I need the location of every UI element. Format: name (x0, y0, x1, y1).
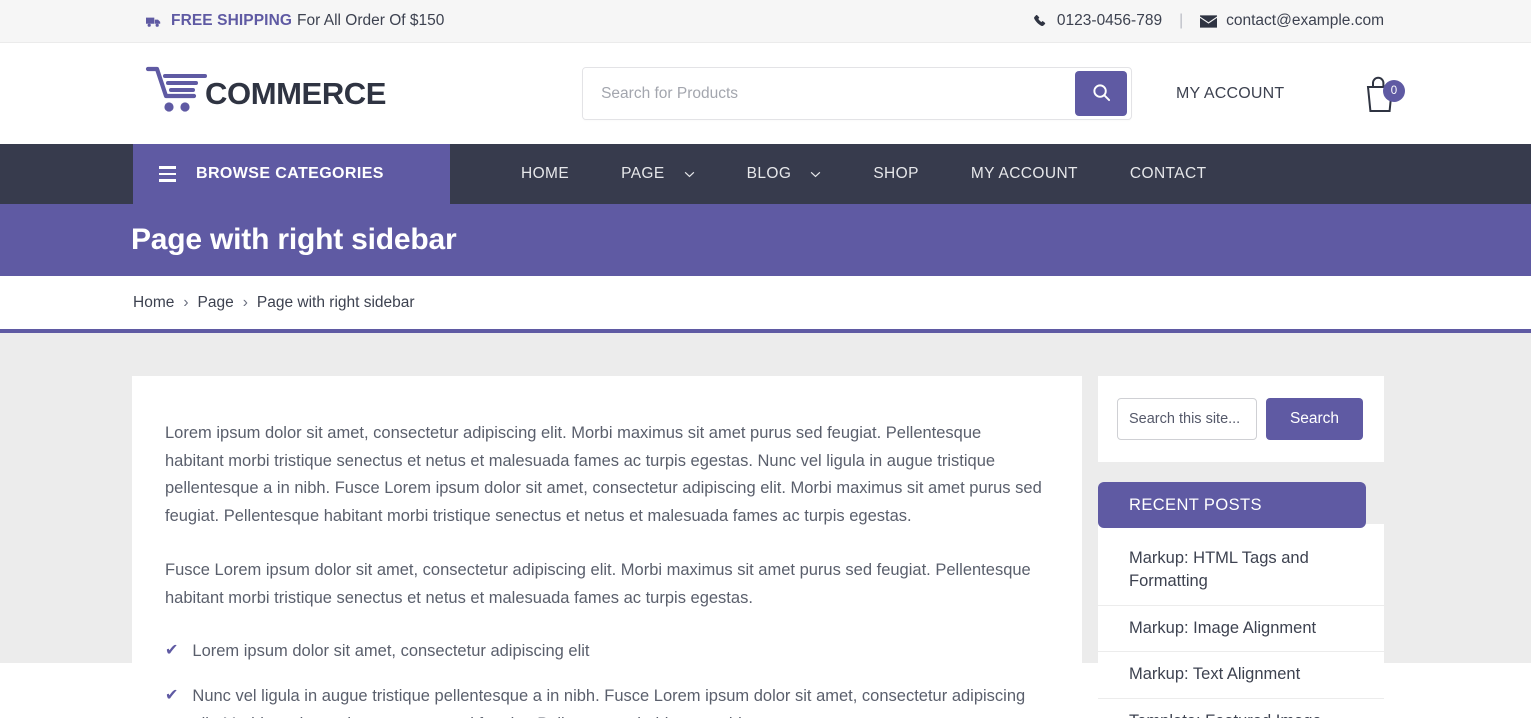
breadcrumb-home[interactable]: Home (133, 294, 174, 312)
site-search-button[interactable]: Search (1266, 398, 1363, 440)
truck-icon (145, 15, 162, 28)
phone-icon (1033, 14, 1048, 29)
browse-categories-label: BROWSE CATEGORIES (196, 165, 384, 182)
content-paragraph-1: Lorem ipsum dolor sit amet, consectetur … (165, 424, 1042, 526)
shipping-subtext: For All Order Of $150 (297, 12, 445, 29)
site-search-input[interactable] (1117, 398, 1257, 440)
envelope-icon (1200, 14, 1218, 28)
nav-label: SHOP (873, 165, 919, 182)
check-list: ✔ Lorem ipsum dolor sit amet, consectetu… (165, 638, 1044, 718)
breadcrumb-separator: › (183, 293, 189, 311)
nav-label: MY ACCOUNT (970, 165, 1078, 182)
check-icon: ✔ (165, 642, 179, 660)
breadcrumb: Home › Page › Page with right sidebar (0, 276, 1531, 333)
product-search-bar (582, 67, 1133, 120)
content-card: Lorem ipsum dolor sit amet, consectetur … (132, 376, 1082, 718)
phone-block[interactable]: 0123-0456-789 (1033, 12, 1162, 30)
recent-posts-title: RECENT POSTS (1098, 482, 1366, 528)
breadcrumb-page[interactable]: Page (198, 294, 234, 312)
list-item-text: Lorem ipsum dolor sit amet, consectetur … (192, 642, 590, 661)
list-item-text: Nunc vel ligula in augue tristique pelle… (192, 687, 1026, 718)
breadcrumb-separator: › (242, 293, 248, 311)
page-title-banner: Page with right sidebar (0, 204, 1531, 276)
nav-label: CONTACT (1129, 165, 1207, 182)
recent-posts-list: Markup: HTML Tags and Formatting Markup:… (1098, 524, 1384, 718)
nav-item-blog[interactable]: BLOG (721, 165, 848, 183)
list-item[interactable]: Markup: Image Alignment (1098, 606, 1384, 653)
recent-posts-widget: RECENT POSTS Markup: HTML Tags and Forma… (1098, 482, 1384, 718)
list-item: ✔ Nunc vel ligula in augue tristique pel… (165, 683, 1044, 718)
shipping-notice: FREE SHIPPING For All Order Of $150 (145, 12, 444, 30)
main-area: Lorem ipsum dolor sit amet, consectetur … (0, 333, 1531, 718)
cart-count-badge: 0 (1383, 79, 1405, 102)
browse-categories-button[interactable]: BROWSE CATEGORIES (133, 144, 450, 204)
sidebar: Search RECENT POSTS Markup: HTML Tags an… (1098, 376, 1384, 718)
check-icon: ✔ (165, 687, 179, 705)
nav-item-page[interactable]: PAGE (595, 165, 721, 183)
site-logo[interactable]: COMMERCE (145, 65, 386, 122)
nav-label: PAGE (621, 165, 665, 182)
nav-label: HOME (521, 165, 570, 182)
list-item[interactable]: Markup: HTML Tags and Formatting (1098, 536, 1384, 606)
nav-item-contact[interactable]: CONTACT (1104, 165, 1233, 183)
my-account-link[interactable]: MY ACCOUNT (1176, 85, 1284, 103)
main-navigation: BROWSE CATEGORIES HOME PAGE BLOG SHOP MY… (0, 144, 1531, 204)
shopping-cart-logo-icon (145, 65, 207, 122)
nav-items: HOME PAGE BLOG SHOP MY ACCOUNT CONTACT (450, 144, 1232, 204)
email-address: contact@example.com (1226, 12, 1384, 29)
contact-divider: | (1179, 12, 1184, 29)
content-paragraph-2: Fusce Lorem ipsum dolor sit amet, consec… (165, 560, 1031, 607)
list-item: ✔ Lorem ipsum dolor sit amet, consectetu… (165, 638, 1044, 666)
chevron-down-icon (684, 171, 695, 178)
list-item[interactable]: Template: Featured Image (1098, 699, 1384, 718)
shipping-headline: FREE SHIPPING (171, 12, 293, 29)
hamburger-icon (159, 166, 176, 182)
nav-item-my-account[interactable]: MY ACCOUNT (945, 165, 1104, 183)
nav-item-home[interactable]: HOME (495, 165, 595, 183)
phone-number: 0123-0456-789 (1056, 12, 1163, 29)
product-search-input[interactable] (583, 68, 1076, 119)
sidebar-search-widget: Search (1098, 376, 1384, 462)
shopping-bag-icon (1362, 76, 1398, 118)
nav-label: BLOG (746, 165, 792, 182)
search-icon (1092, 83, 1111, 105)
list-item[interactable]: Markup: Text Alignment (1098, 652, 1384, 699)
chevron-down-icon (810, 171, 821, 178)
page-title: Page with right sidebar (131, 223, 457, 256)
site-header: COMMERCE MY ACCOUNT 0 (0, 43, 1531, 144)
top-bar: FREE SHIPPING For All Order Of $150 0123… (0, 0, 1531, 43)
breadcrumb-current: Page with right sidebar (256, 293, 415, 311)
logo-text: COMMERCE (205, 75, 387, 111)
contact-info: 0123-0456-789 | contact@example.com (1033, 12, 1384, 30)
product-search-button[interactable] (1075, 71, 1128, 116)
cart-button[interactable]: 0 (1362, 72, 1405, 118)
nav-item-shop[interactable]: SHOP (847, 165, 945, 183)
email-block[interactable]: contact@example.com (1200, 12, 1384, 30)
